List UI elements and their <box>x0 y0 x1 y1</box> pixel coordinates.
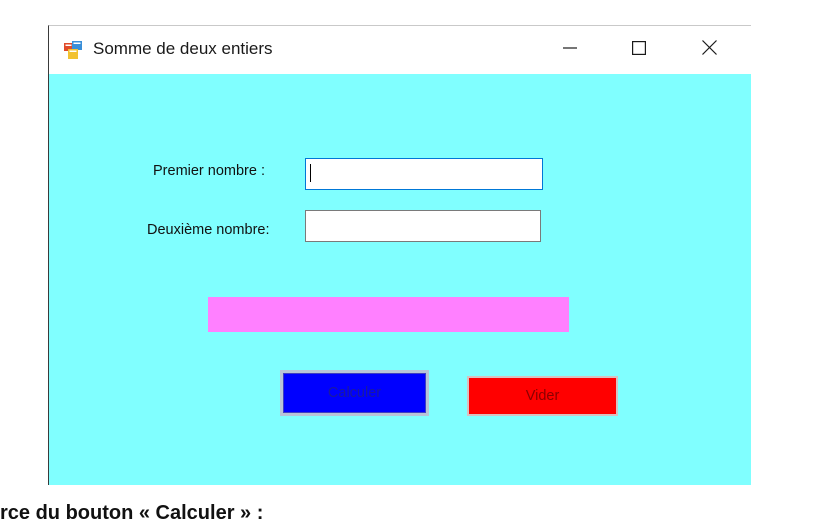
title-bar[interactable]: Somme de deux entiers <box>49 26 751 74</box>
second-number-label: Deuxième nombre: <box>147 222 270 238</box>
form-client-area: Premier nombre : Deuxième nombre: Calcul… <box>49 74 751 485</box>
calculate-button[interactable]: Calculer <box>280 370 429 416</box>
result-label <box>208 297 569 332</box>
document-caption: rce du bouton « Calculer » : <box>0 502 264 523</box>
form-window: Somme de deux entiers Premier nombre : D… <box>48 25 751 485</box>
minimize-icon <box>563 41 577 60</box>
winforms-app-icon <box>64 41 82 59</box>
first-number-input[interactable] <box>305 158 543 190</box>
second-number-input[interactable] <box>305 210 541 242</box>
minimize-button[interactable] <box>547 26 593 74</box>
first-number-label: Premier nombre : <box>153 163 266 179</box>
close-button[interactable] <box>686 26 732 74</box>
maximize-icon <box>632 40 647 60</box>
close-icon <box>701 40 717 60</box>
maximize-button[interactable] <box>616 26 662 74</box>
screenshot-stage: Somme de deux entiers Premier nombre : D… <box>0 0 828 523</box>
window-title: Somme de deux entiers <box>93 39 273 58</box>
text-caret <box>310 164 311 182</box>
clear-button[interactable]: Vider <box>467 376 618 416</box>
